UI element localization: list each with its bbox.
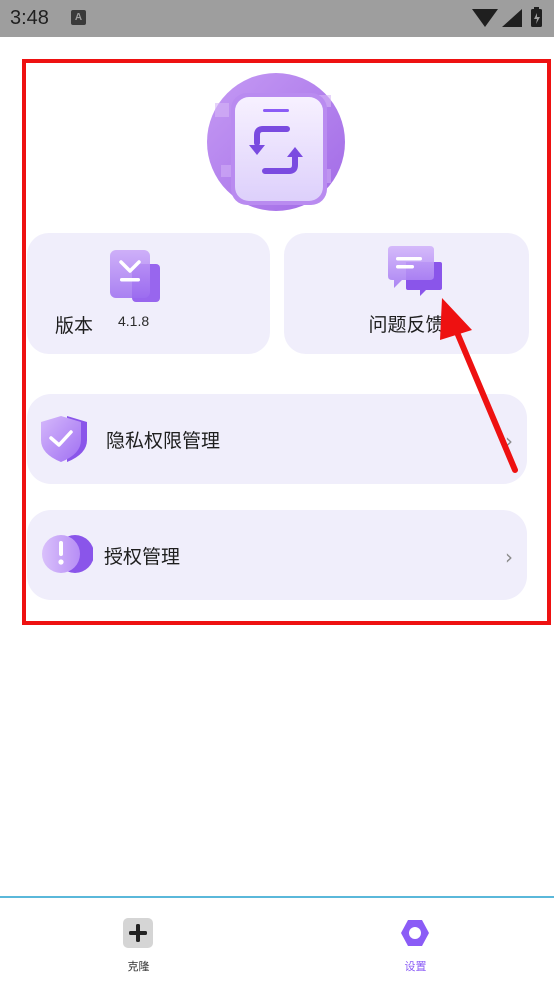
chat-icon bbox=[388, 246, 442, 296]
gear-icon bbox=[401, 920, 429, 946]
version-value: 4.1.8 bbox=[118, 313, 150, 329]
nav-tab-clone[interactable]: 克隆 bbox=[0, 898, 277, 984]
feedback-label: 问题反馈 bbox=[368, 314, 445, 336]
wifi-icon bbox=[472, 9, 498, 27]
nav-tab-settings[interactable]: 设置 bbox=[277, 898, 554, 984]
plus-icon bbox=[123, 918, 153, 948]
privacy-permission-row[interactable]: 隐私权限管理 › bbox=[27, 394, 527, 484]
version-card[interactable]: 版本 4.1.8 bbox=[27, 233, 270, 354]
status-time: 3:48 bbox=[10, 7, 49, 29]
authorization-row[interactable]: 授权管理 › bbox=[27, 510, 527, 600]
nav-label-clone: 克隆 bbox=[127, 960, 150, 973]
signal-icon bbox=[502, 9, 522, 27]
version-label: 版本 bbox=[55, 315, 94, 337]
shield-check-icon bbox=[41, 416, 87, 462]
feedback-card[interactable]: 问题反馈 bbox=[284, 233, 529, 354]
bottom-nav: 克隆 设置 bbox=[0, 896, 554, 984]
app-logo-icon bbox=[207, 73, 345, 211]
battery-icon bbox=[531, 7, 542, 27]
chevron-right-icon: › bbox=[505, 545, 513, 569]
status-bar: 3:48 A bbox=[0, 0, 554, 37]
exclamation-icon bbox=[42, 535, 93, 573]
chevron-right-icon: › bbox=[505, 429, 513, 453]
nav-label-settings: 设置 bbox=[404, 960, 427, 973]
status-icons bbox=[472, 7, 542, 27]
privacy-permission-label: 隐私权限管理 bbox=[106, 430, 221, 452]
authorization-label: 授权管理 bbox=[104, 546, 181, 568]
notification-icon: A bbox=[71, 10, 86, 25]
download-icon bbox=[110, 250, 160, 302]
